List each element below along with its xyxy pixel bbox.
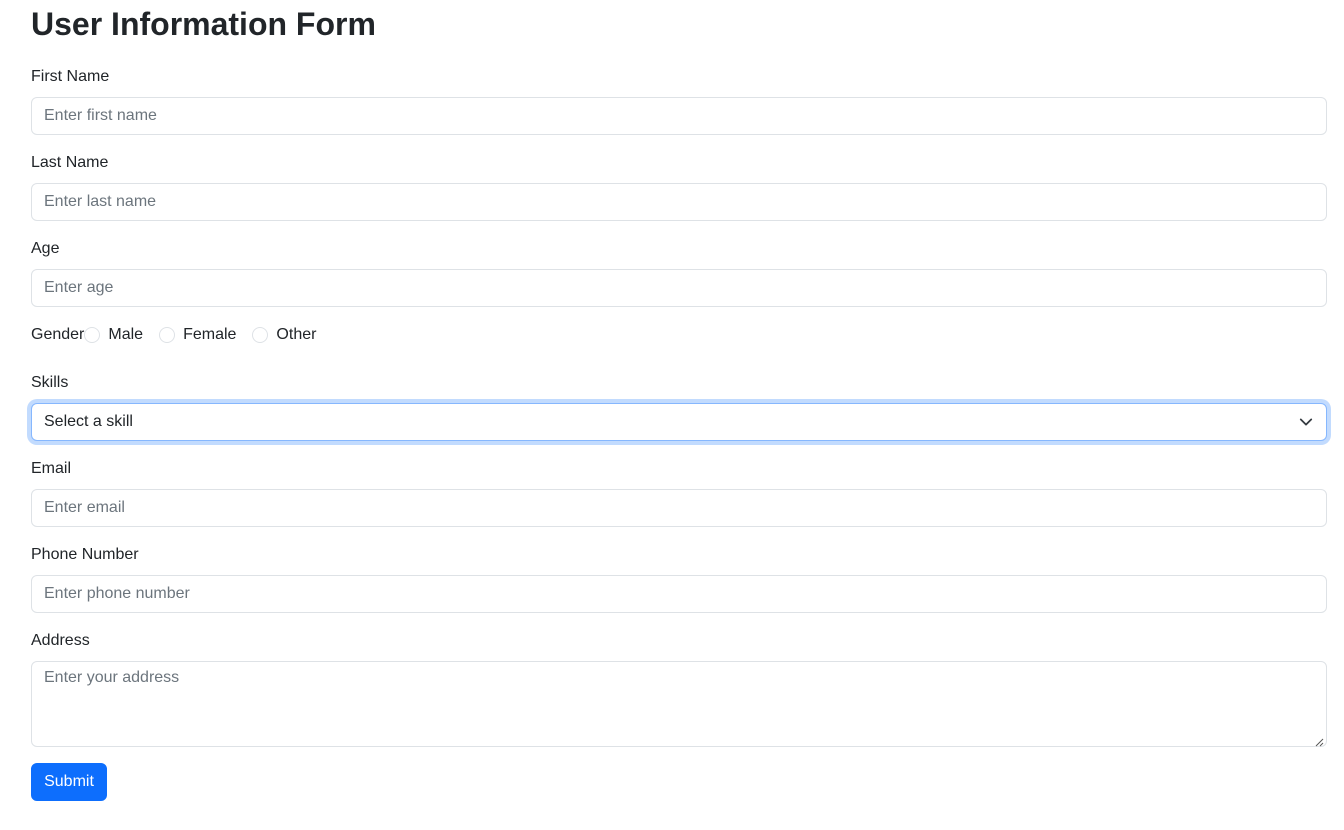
- female-radio[interactable]: [159, 327, 176, 343]
- resize-handle-icon[interactable]: [1314, 734, 1324, 747]
- age-input[interactable]: [31, 269, 1327, 307]
- first-name-label: First Name: [31, 68, 110, 85]
- gender-radio-group: Gender Male Female Other: [31, 324, 316, 346]
- address-label: Address: [31, 632, 90, 649]
- gender-label: Gender: [31, 326, 85, 343]
- submit-button[interactable]: Submit: [31, 763, 107, 801]
- address-textarea[interactable]: [31, 661, 1327, 747]
- gender-option-other[interactable]: Other: [252, 324, 316, 346]
- female-radio-label: Female: [183, 326, 237, 343]
- chevron-down-icon: [1298, 414, 1314, 430]
- skills-select-value: Select a skill: [44, 413, 133, 430]
- phone-number-label: Phone Number: [31, 546, 139, 563]
- phone-number-input[interactable]: [31, 575, 1327, 613]
- page-title: User Information Form: [31, 6, 376, 42]
- male-radio[interactable]: [84, 327, 101, 343]
- email-label: Email: [31, 460, 72, 477]
- age-label: Age: [31, 240, 60, 257]
- skills-select[interactable]: Select a skill: [31, 403, 1327, 441]
- other-radio[interactable]: [252, 327, 269, 343]
- other-radio-label: Other: [276, 326, 317, 343]
- skills-label: Skills: [31, 374, 69, 391]
- last-name-input[interactable]: [31, 183, 1327, 221]
- male-radio-label: Male: [108, 326, 144, 343]
- gender-option-male[interactable]: Male: [84, 324, 143, 346]
- last-name-label: Last Name: [31, 154, 109, 171]
- first-name-input[interactable]: [31, 97, 1327, 135]
- user-information-form: User Information Form First Name Last Na…: [31, 0, 1327, 830]
- gender-option-female[interactable]: Female: [159, 324, 236, 346]
- email-input[interactable]: [31, 489, 1327, 527]
